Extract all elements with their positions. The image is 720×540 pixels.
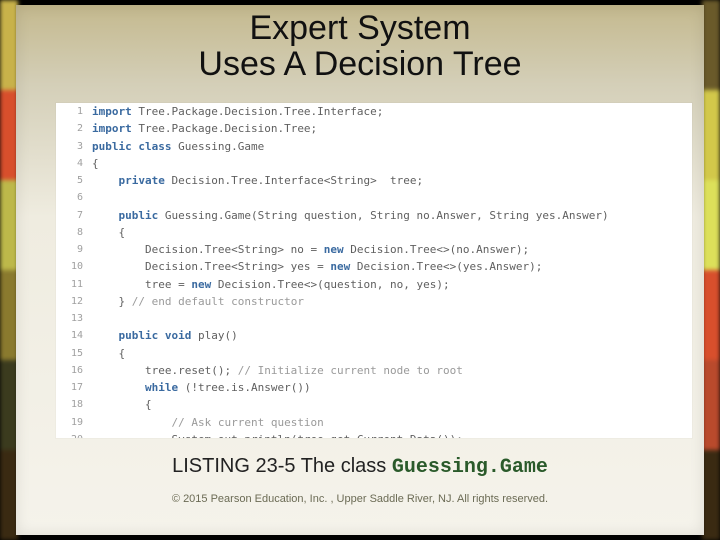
code-line: 4{ [56, 155, 610, 172]
line-number: 10 [56, 258, 91, 275]
line-number: 8 [56, 224, 91, 241]
code-content: Decision.Tree<String> yes = new Decision… [91, 258, 610, 275]
copyright-line: © 2015 Pearson Education, Inc. , Upper S… [16, 493, 704, 505]
code-content: Decision.Tree<String> no = new Decision.… [91, 241, 610, 258]
line-number: 9 [56, 241, 91, 258]
code-listing-panel: 1import Tree.Package.Decision.Tree.Inter… [56, 103, 692, 438]
code-content: import Tree.Package.Decision.Tree.Interf… [91, 103, 610, 120]
code-line: 13 [56, 310, 610, 327]
code-line: 1import Tree.Package.Decision.Tree.Inter… [56, 103, 610, 120]
code-line: 10 Decision.Tree<String> yes = new Decis… [56, 258, 610, 275]
line-number: 2 [56, 120, 91, 137]
slide-outer: Expert System Uses A Decision Tree 1impo… [0, 0, 720, 540]
slide-title: Expert System Uses A Decision Tree [16, 11, 704, 82]
code-line: 19 // Ask current question [56, 414, 610, 431]
code-content: } // end default constructor [91, 293, 610, 310]
title-line-2: Uses A Decision Tree [198, 45, 521, 83]
listing-caption: LISTING 23-5 The class Guessing.Game [16, 455, 704, 479]
code-content: { [91, 155, 610, 172]
line-number: 12 [56, 293, 91, 310]
line-number: 4 [56, 155, 91, 172]
line-number: 1 [56, 103, 91, 120]
code-content [91, 189, 610, 206]
code-content: while (!tree.is.Answer()) [91, 379, 610, 396]
caption-classname: Guessing.Game [392, 456, 548, 479]
code-content: { [91, 224, 610, 241]
code-content: // Ask current question [91, 414, 610, 431]
code-line: 18 { [56, 396, 610, 413]
code-content: public Guessing.Game(String question, St… [91, 207, 610, 224]
code-line: 14 public void play() [56, 327, 610, 344]
line-number: 6 [56, 189, 91, 206]
line-number: 18 [56, 396, 91, 413]
code-content: private Decision.Tree.Interface<String> … [91, 172, 610, 189]
line-number: 11 [56, 276, 91, 293]
code-content: public void play() [91, 327, 610, 344]
line-number: 16 [56, 362, 91, 379]
code-content: System.out.println(tree.get.Current.Data… [91, 431, 610, 438]
code-line: 15 { [56, 345, 610, 362]
line-number: 17 [56, 379, 91, 396]
code-listing: 1import Tree.Package.Decision.Tree.Inter… [56, 103, 610, 438]
code-content: public class Guessing.Game [91, 138, 610, 155]
code-line: 17 while (!tree.is.Answer()) [56, 379, 610, 396]
code-content: { [91, 345, 610, 362]
line-number: 19 [56, 414, 91, 431]
code-line: 16 tree.reset(); // Initialize current n… [56, 362, 610, 379]
code-line: 3public class Guessing.Game [56, 138, 610, 155]
code-line: 7 public Guessing.Game(String question, … [56, 207, 610, 224]
code-content: tree.reset(); // Initialize current node… [91, 362, 610, 379]
code-content: tree = new Decision.Tree<>(question, no,… [91, 276, 610, 293]
code-line: 12 } // end default constructor [56, 293, 610, 310]
line-number: 20 [56, 431, 91, 438]
slide-body: Expert System Uses A Decision Tree 1impo… [16, 5, 704, 535]
code-content: import Tree.Package.Decision.Tree; [91, 120, 610, 137]
caption-prefix: LISTING 23-5 The class [172, 455, 392, 477]
code-line: 8 { [56, 224, 610, 241]
line-number: 13 [56, 310, 91, 327]
code-line: 2import Tree.Package.Decision.Tree; [56, 120, 610, 137]
code-line: 9 Decision.Tree<String> no = new Decisio… [56, 241, 610, 258]
code-line: 11 tree = new Decision.Tree<>(question, … [56, 276, 610, 293]
code-line: 5 private Decision.Tree.Interface<String… [56, 172, 610, 189]
title-line-1: Expert System [249, 9, 470, 47]
line-number: 7 [56, 207, 91, 224]
line-number: 5 [56, 172, 91, 189]
code-content [91, 310, 610, 327]
code-content: { [91, 396, 610, 413]
line-number: 3 [56, 138, 91, 155]
line-number: 14 [56, 327, 91, 344]
decorative-edge-right [702, 0, 720, 540]
code-line: 20 System.out.println(tree.get.Current.D… [56, 431, 610, 438]
code-line: 6 [56, 189, 610, 206]
line-number: 15 [56, 345, 91, 362]
